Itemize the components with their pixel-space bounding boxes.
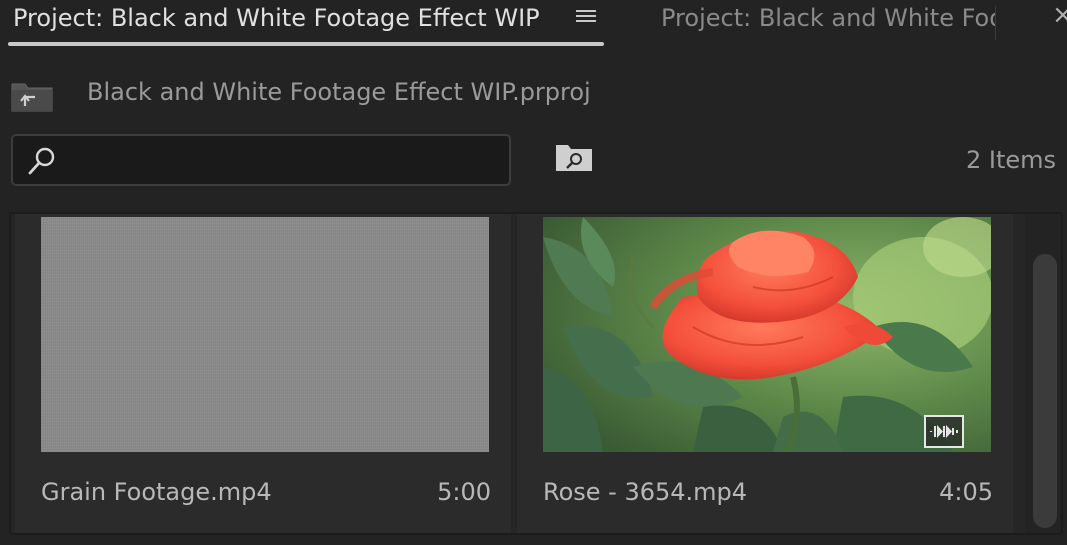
hamburger-icon[interactable] bbox=[576, 9, 598, 31]
project-file-name: Black and White Footage Effect WIP.prpro… bbox=[87, 78, 591, 106]
media-tile-rose[interactable]: Rose - 3654.mp4 4:05 bbox=[517, 214, 1013, 533]
close-icon[interactable]: × bbox=[1052, 2, 1067, 28]
folder-up-icon[interactable] bbox=[11, 80, 53, 112]
find-bin-icon[interactable] bbox=[554, 141, 594, 173]
tab-project-inactive-label: Project: Black and White Footage Effect … bbox=[661, 4, 996, 32]
media-grid: Grain Footage.mp4 5:00 Rose - 3654.mp4 4… bbox=[9, 212, 1063, 535]
tab-project-inactive[interactable]: Project: Black and White Footage Effect … bbox=[653, 0, 996, 44]
active-tab-underline bbox=[8, 42, 604, 46]
tab-project-active[interactable]: Project: Black and White Footage Effect … bbox=[8, 0, 604, 48]
item-count: 2 Items bbox=[966, 146, 1057, 174]
media-tile-grain[interactable]: Grain Footage.mp4 5:00 bbox=[15, 214, 511, 533]
scrollbar-thumb[interactable] bbox=[1033, 254, 1057, 528]
project-path-row: Black and White Footage Effect WIP.prpro… bbox=[0, 60, 1067, 130]
audio-waveform-icon bbox=[924, 415, 964, 448]
tab-project-active-label: Project: Black and White Footage Effect … bbox=[13, 4, 540, 32]
search-icon bbox=[28, 147, 55, 175]
panel-tab-bar: Project: Black and White Footage Effect … bbox=[0, 0, 1067, 50]
media-duration: 4:05 bbox=[939, 478, 993, 506]
tab-divider bbox=[995, 6, 996, 40]
search-input[interactable] bbox=[67, 144, 497, 176]
search-box[interactable] bbox=[11, 134, 511, 186]
media-name: Grain Footage.mp4 bbox=[41, 478, 272, 506]
media-name: Rose - 3654.mp4 bbox=[543, 478, 748, 506]
media-duration: 5:00 bbox=[437, 478, 491, 506]
thumbnail-grain-footage bbox=[41, 217, 489, 452]
